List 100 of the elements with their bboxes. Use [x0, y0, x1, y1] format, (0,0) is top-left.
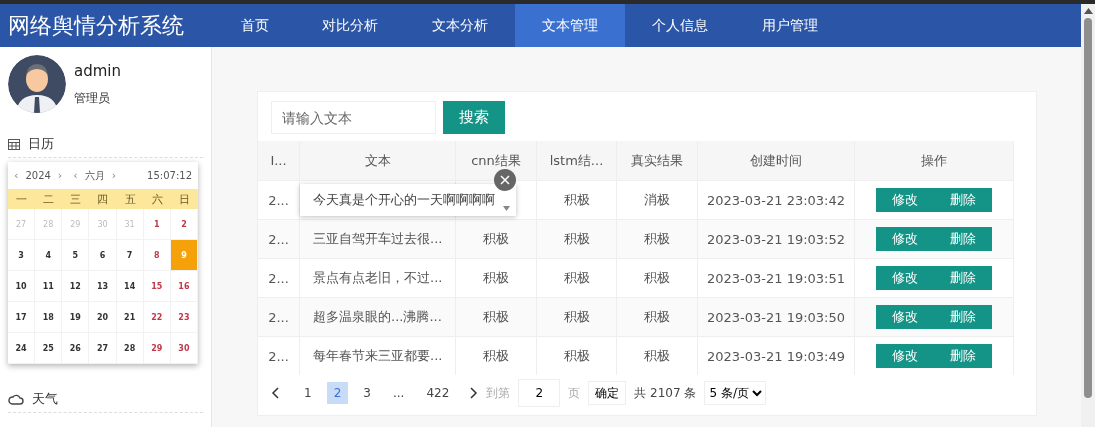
section-title: 日历: [28, 135, 54, 153]
prev-month-icon[interactable]: ‹: [73, 169, 78, 182]
calendar-day[interactable]: 15: [143, 271, 171, 302]
calendar-day[interactable]: 14: [116, 271, 144, 302]
calendar-day[interactable]: 27: [89, 333, 117, 364]
calendar-day[interactable]: 7: [116, 240, 144, 271]
calendar-day[interactable]: 28: [116, 333, 144, 364]
table-cell: 三亚自驾开车过去很...: [313, 231, 443, 246]
page-size-select[interactable]: 5 条/页: [704, 381, 767, 405]
delete-button[interactable]: 删除: [934, 305, 992, 329]
page-input[interactable]: 2: [518, 379, 561, 407]
calendar-day[interactable]: 30: [170, 333, 198, 364]
nav-tab[interactable]: 文本分析: [405, 4, 515, 47]
calendar-day[interactable]: 8: [143, 240, 171, 271]
table-cell: 2...: [258, 297, 300, 337]
column-header: 真实结果: [616, 141, 698, 181]
calendar-day[interactable]: 4: [35, 240, 63, 271]
scroll-up-icon[interactable]: [1083, 8, 1093, 14]
delete-button[interactable]: 删除: [934, 227, 992, 251]
nav-tab[interactable]: 个人信息: [625, 4, 735, 47]
edit-button[interactable]: 修改: [876, 227, 934, 251]
confirm-button[interactable]: 确定: [588, 381, 627, 405]
table-cell: 积极: [483, 231, 509, 246]
calendar-day[interactable]: 21: [116, 302, 144, 333]
nav-tab[interactable]: 对比分析: [295, 4, 405, 47]
calendar-year: 2024: [25, 170, 51, 181]
page-link[interactable]: 3: [356, 382, 378, 404]
column-header: 文本: [299, 141, 456, 181]
nav-tab[interactable]: 用户管理: [735, 4, 845, 47]
calendar-day[interactable]: 12: [62, 271, 90, 302]
calendar-day[interactable]: 26: [62, 333, 90, 364]
table-cell: 超多温泉眼的...沸腾...: [313, 309, 442, 324]
weekday-label: 五: [116, 189, 144, 209]
table-cell: 2023-03-21 19:03:49: [697, 336, 855, 375]
prev-page-icon[interactable]: [271, 387, 279, 399]
app-title: 网络舆情分析系统: [7, 11, 185, 40]
calendar-icon: [8, 138, 20, 150]
calendar-month: 六月: [84, 168, 105, 183]
page-link[interactable]: 2: [326, 382, 349, 404]
delete-button[interactable]: 删除: [934, 344, 992, 368]
table-cell: 2023-03-21 19:03:50: [697, 297, 855, 337]
goto-label: 到第: [486, 384, 511, 402]
calendar-day[interactable]: 20: [89, 302, 117, 333]
table-cell: 景点有点老旧，不过...: [313, 270, 443, 285]
column-header: I...: [258, 141, 300, 181]
delete-button[interactable]: 删除: [934, 266, 992, 290]
calendar-day[interactable]: 1: [143, 209, 171, 240]
edit-button[interactable]: 修改: [876, 305, 934, 329]
table-cell: 每年春节来三亚都要...: [313, 348, 443, 363]
calendar-day[interactable]: 22: [143, 302, 171, 333]
table-cell: 2...: [258, 336, 300, 375]
section-title: 天气: [32, 390, 58, 408]
column-header: 创建时间: [697, 141, 855, 181]
table-cell: 2...: [258, 219, 300, 259]
prev-year-icon[interactable]: ‹: [14, 169, 19, 182]
page-link[interactable]: 422: [419, 382, 457, 404]
nav-tab[interactable]: 文本管理: [515, 4, 625, 47]
edit-button[interactable]: 修改: [876, 344, 934, 368]
table-cell: 积极: [483, 270, 509, 285]
table-cell: 积极: [483, 348, 509, 363]
user-role: 管理员: [74, 89, 111, 107]
close-icon[interactable]: [494, 169, 516, 191]
table-cell: 积极: [536, 297, 617, 337]
calendar-day[interactable]: 5: [62, 240, 90, 271]
page-link[interactable]: ...: [385, 382, 412, 404]
table-cell: 积极: [616, 219, 698, 259]
next-month-icon[interactable]: ›: [111, 169, 117, 182]
next-year-icon[interactable]: ›: [57, 169, 63, 182]
calendar-day[interactable]: 10: [8, 271, 36, 302]
table-cell: 积极: [616, 336, 698, 375]
search-button[interactable]: 搜索: [443, 101, 505, 134]
calendar-day[interactable]: 29: [143, 333, 171, 364]
table-cell: 积极: [616, 297, 698, 337]
calendar-day[interactable]: 3: [8, 240, 36, 271]
next-page-icon[interactable]: [470, 387, 479, 399]
search-field[interactable]: 请输入文本: [271, 101, 436, 134]
column-header: lstm结...: [536, 141, 617, 181]
edit-button[interactable]: 修改: [876, 266, 934, 290]
calendar-day[interactable]: 13: [89, 271, 117, 302]
calendar-day[interactable]: 16: [170, 271, 198, 302]
weekday-label: 三: [62, 189, 90, 209]
weekday-label: 日: [170, 189, 198, 209]
table-cell: 积极: [536, 336, 617, 375]
edit-button[interactable]: 修改: [876, 188, 934, 212]
calendar-day[interactable]: 17: [8, 302, 36, 333]
table-cell: 积极: [536, 219, 617, 259]
total-count: 共 2107 条: [634, 384, 697, 402]
calendar-day[interactable]: 6: [89, 240, 117, 271]
weekday-label: 一: [8, 189, 36, 209]
delete-button[interactable]: 删除: [934, 188, 992, 212]
caret-icon: [503, 206, 510, 211]
calendar-day[interactable]: 11: [35, 271, 63, 302]
calendar-day[interactable]: 19: [62, 302, 90, 333]
nav-tab[interactable]: 首页: [215, 4, 295, 47]
calendar-day[interactable]: 23: [170, 302, 198, 333]
scrollbar[interactable]: [1081, 4, 1095, 427]
page-link[interactable]: 1: [297, 382, 319, 404]
calendar-day[interactable]: 24: [8, 333, 36, 364]
calendar-day[interactable]: 25: [35, 333, 63, 364]
calendar-day[interactable]: 18: [35, 302, 63, 333]
